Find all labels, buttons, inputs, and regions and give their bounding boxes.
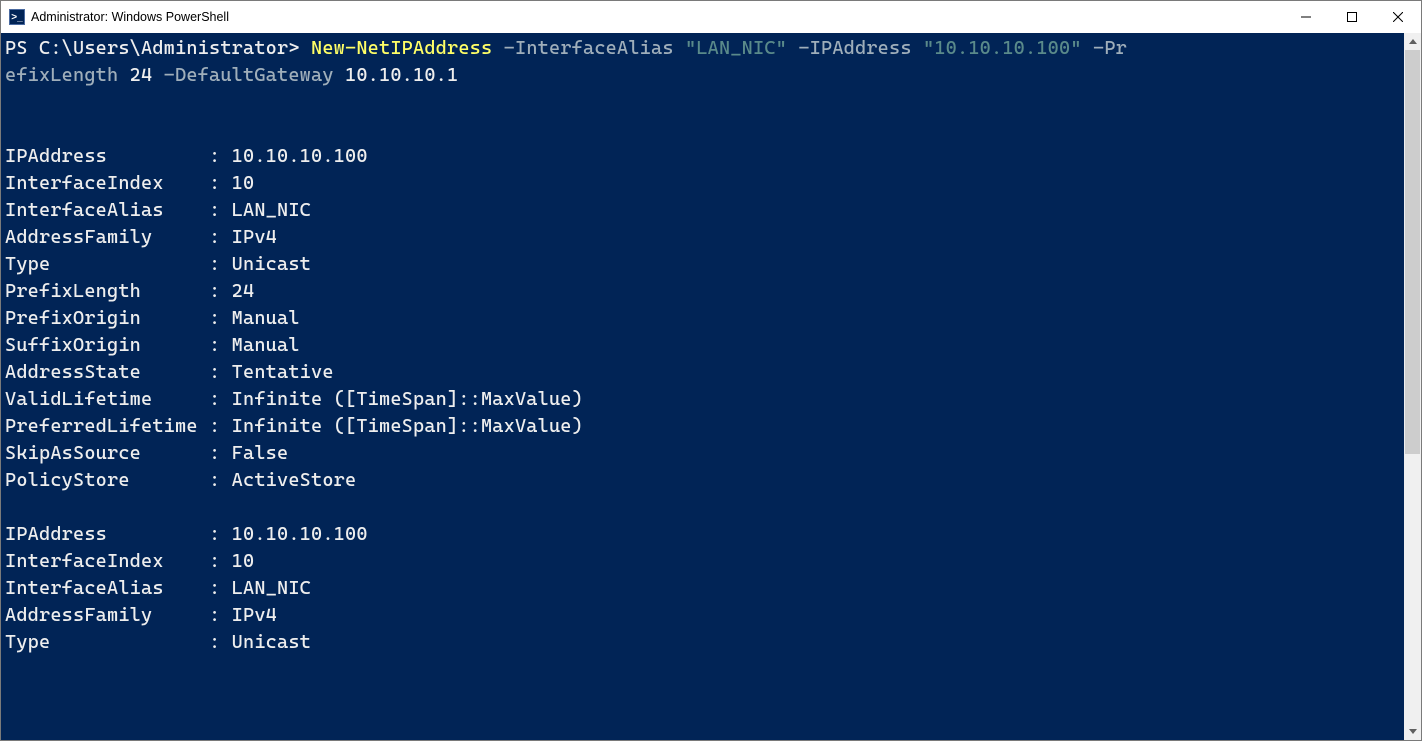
value-prefixlength: 24 <box>130 64 153 86</box>
param-prefixlength-part1: -Pr <box>1082 37 1127 59</box>
output-row: IPAddress : 10.10.10.100 <box>5 523 368 545</box>
value-defaultgateway: 10.10.10.1 <box>345 64 458 86</box>
output-row: InterfaceAlias : LAN_NIC <box>5 577 311 599</box>
output-row: AddressFamily : IPv4 <box>5 604 277 626</box>
output-row: PrefixOrigin : Manual <box>5 307 300 329</box>
vertical-scrollbar[interactable] <box>1404 33 1421 740</box>
output-row: Type : Unicast <box>5 253 311 275</box>
output-row: SkipAsSource : False <box>5 442 288 464</box>
window-controls <box>1283 1 1421 33</box>
titlebar[interactable]: >_ Administrator: Windows PowerShell <box>1 1 1421 33</box>
output-row: InterfaceIndex : 10 <box>5 172 254 194</box>
output-row: PolicyStore : ActiveStore <box>5 469 356 491</box>
output-row: Type : Unicast <box>5 631 311 653</box>
param-defaultgateway: -DefaultGateway <box>152 64 345 86</box>
output-row: SuffixOrigin : Manual <box>5 334 300 356</box>
param-interfacealias: -InterfaceAlias <box>492 37 685 59</box>
terminal-area: PS C:\Users\Administrator> New-NetIPAddr… <box>1 33 1421 740</box>
output-row: IPAddress : 10.10.10.100 <box>5 145 368 167</box>
value-interfacealias: "LAN_NIC" <box>685 37 787 59</box>
value-ipaddress: "10.10.10.100" <box>923 37 1082 59</box>
output-row: PrefixLength : 24 <box>5 280 254 302</box>
output-row: InterfaceAlias : LAN_NIC <box>5 199 311 221</box>
maximize-button[interactable] <box>1329 1 1375 33</box>
minimize-button[interactable] <box>1283 1 1329 33</box>
output-row: AddressFamily : IPv4 <box>5 226 277 248</box>
cmdlet-name: New-NetIPAddress <box>311 37 492 59</box>
powershell-icon: >_ <box>9 9 25 25</box>
powershell-window: >_ Administrator: Windows PowerShell PS … <box>0 0 1422 741</box>
output-row: PreferredLifetime : Infinite ([TimeSpan]… <box>5 415 583 437</box>
scrollbar-thumb[interactable] <box>1405 50 1420 454</box>
prompt-path: PS C:\Users\Administrator> <box>5 37 311 59</box>
param-ipaddress: -IPAddress <box>787 37 923 59</box>
scroll-up-button[interactable] <box>1404 33 1421 50</box>
output-row: AddressState : Tentative <box>5 361 334 383</box>
param-prefixlength-part2: efixLength <box>5 64 130 86</box>
window-title: Administrator: Windows PowerShell <box>31 10 229 24</box>
scrollbar-track[interactable] <box>1404 50 1421 723</box>
output-row: ValidLifetime : Infinite ([TimeSpan]::Ma… <box>5 388 583 410</box>
terminal-output[interactable]: PS C:\Users\Administrator> New-NetIPAddr… <box>1 33 1404 740</box>
close-button[interactable] <box>1375 1 1421 33</box>
scroll-down-button[interactable] <box>1404 723 1421 740</box>
output-row: InterfaceIndex : 10 <box>5 550 254 572</box>
